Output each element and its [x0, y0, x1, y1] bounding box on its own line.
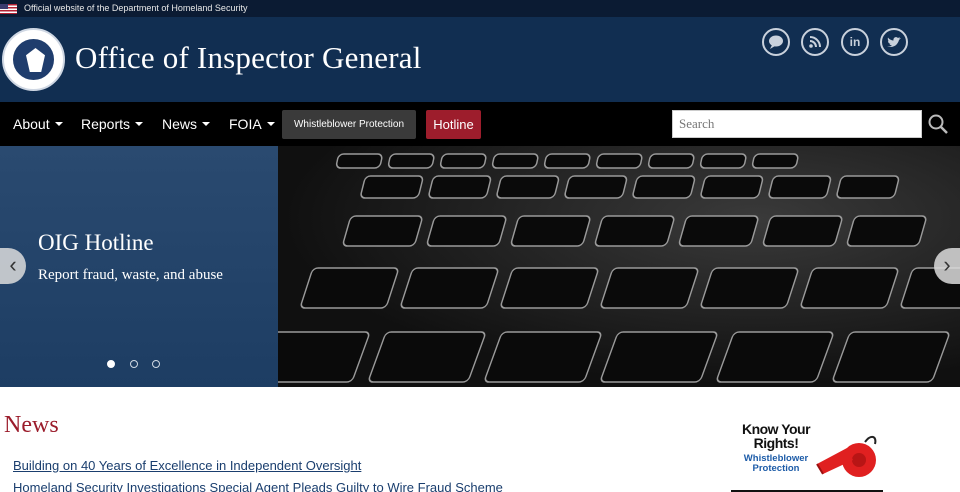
us-flag-icon [0, 4, 17, 14]
keyboard-key [762, 215, 843, 247]
know-your-rights-banner[interactable]: Know Your Rights! Whistleblower Protecti… [731, 418, 883, 492]
caret-down-icon [202, 122, 211, 126]
caret-down-icon [54, 122, 63, 126]
keyboard-key [400, 267, 499, 309]
keyboard-key [426, 215, 507, 247]
keyboard-key [484, 331, 602, 383]
nav-item-news[interactable]: News [162, 116, 211, 132]
keyboard-key [335, 153, 383, 169]
dhs-seal-logo[interactable] [2, 28, 65, 91]
seal-inner [11, 37, 56, 82]
carousel-dot-3[interactable] [152, 360, 160, 368]
carousel-dot-1[interactable] [107, 360, 115, 368]
keyboard-key [594, 215, 675, 247]
linkedin-icon[interactable]: in [841, 28, 869, 56]
news-link[interactable]: Building on 40 Years of Excellence in In… [13, 458, 361, 473]
keyboard-key [768, 175, 832, 199]
carousel-dot-2[interactable] [130, 360, 138, 368]
nav-item-foia[interactable]: FOIA [229, 116, 275, 132]
hero-carousel: OIG Hotline Report fraud, waste, and abu… [0, 146, 960, 387]
caret-down-icon [266, 122, 275, 126]
keyboard-key [510, 215, 591, 247]
keyboard-key [342, 215, 423, 247]
keyboard-key [647, 153, 695, 169]
keyboard-image [278, 146, 960, 387]
hero-subtitle: Report fraud, waste, and abuse [38, 267, 223, 283]
nav-item-reports[interactable]: Reports [81, 116, 144, 132]
gov-banner-text: Official website of the Department of Ho… [24, 3, 248, 13]
gov-banner: Official website of the Department of Ho… [0, 0, 960, 17]
keyboard-key [699, 153, 747, 169]
twitter-icon[interactable] [880, 28, 908, 56]
kyr-title: Know Your Rights! [741, 421, 811, 451]
keyboard-key [700, 175, 764, 199]
keyboard-key [360, 175, 424, 199]
eagle-icon [26, 48, 45, 72]
keyboard-key [428, 175, 492, 199]
news-link[interactable]: Homeland Security Investigations Special… [13, 480, 503, 492]
keyboard-key [300, 267, 399, 309]
keyboard-key [836, 175, 900, 199]
search-icon[interactable] [927, 113, 949, 135]
hero-caption-panel: OIG Hotline Report fraud, waste, and abu… [0, 146, 278, 387]
kyr-subtitle: Whistleblower Protection [743, 453, 809, 474]
keyboard-key [678, 215, 759, 247]
search-input[interactable] [672, 110, 922, 138]
keyboard-key [600, 267, 699, 309]
whistle-icon [816, 436, 877, 477]
keyboard-key [491, 153, 539, 169]
keyboard-key [846, 215, 927, 247]
site-header: Office of Inspector General in [0, 17, 960, 102]
keyboard-key [500, 267, 599, 309]
keyboard-key [600, 331, 718, 383]
whistleblower-protection-button[interactable]: Whistleblower Protection [282, 110, 416, 139]
keyboard-key [564, 175, 628, 199]
keyboard-key [387, 153, 435, 169]
email-icon[interactable] [762, 28, 790, 56]
keyboard-key [439, 153, 487, 169]
caret-down-icon [135, 122, 144, 126]
keyboard-key [543, 153, 591, 169]
keyboard-key [800, 267, 899, 309]
nav-item-about[interactable]: About [13, 116, 63, 132]
keyboard-key [700, 267, 799, 309]
keyboard-key [496, 175, 560, 199]
rss-icon[interactable] [801, 28, 829, 56]
keyboard-key [716, 331, 834, 383]
keyboard-key [751, 153, 799, 169]
keyboard-key [595, 153, 643, 169]
hotline-button[interactable]: Hotline [426, 110, 481, 139]
hero-title[interactable]: OIG Hotline [38, 230, 154, 256]
keyboard-key [278, 331, 370, 383]
site-title[interactable]: Office of Inspector General [75, 40, 422, 76]
keyboard-key [632, 175, 696, 199]
keyboard-illustration [278, 153, 960, 383]
news-heading: News [4, 412, 59, 438]
main-nav: About Reports News FOIA Whistleblower Pr… [0, 102, 960, 146]
keyboard-key [832, 331, 950, 383]
keyboard-key [368, 331, 486, 383]
